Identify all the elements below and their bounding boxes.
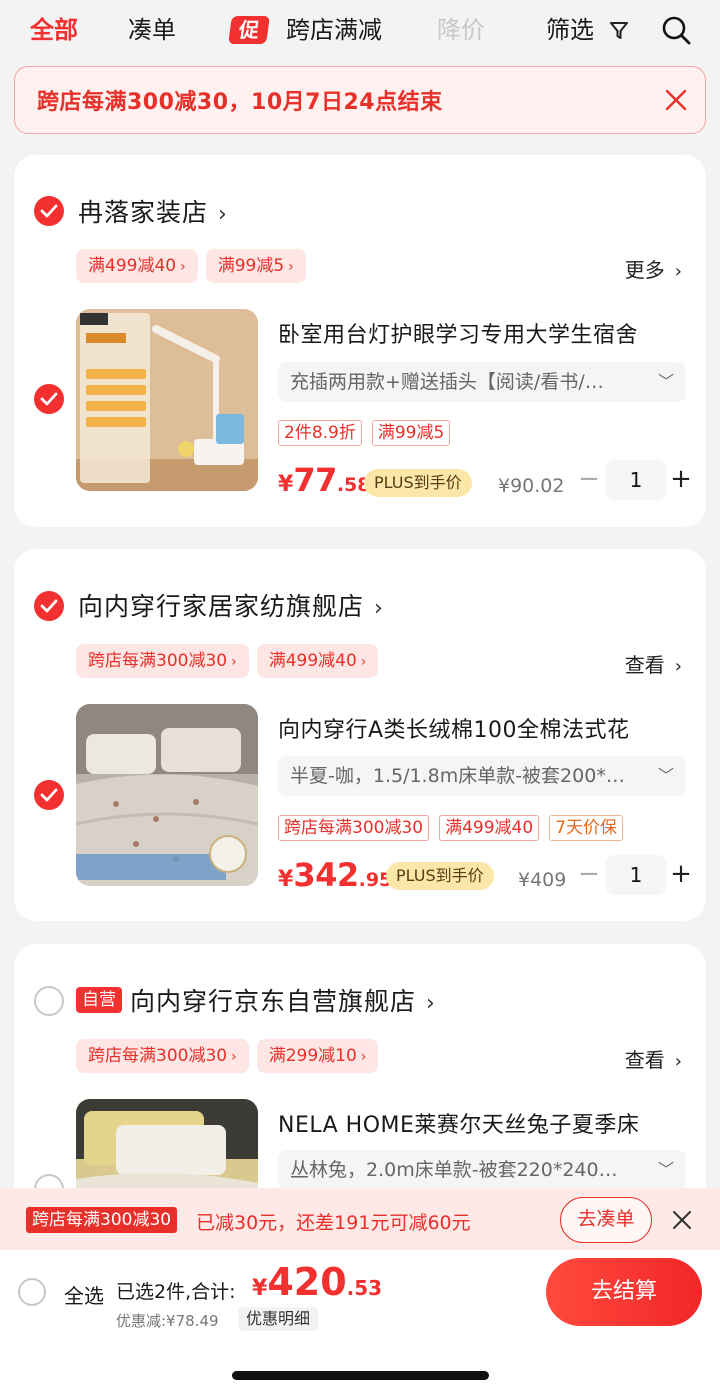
spec-selector[interactable]: 丛林兔，2.0m床单款-被套220*240… ﹀ xyxy=(278,1150,686,1188)
coupon-chip[interactable]: 跨店每满300减30 › xyxy=(76,644,249,678)
item-checkbox[interactable] xyxy=(34,384,64,414)
selected-count: 已选2件,合计: xyxy=(116,1281,236,1303)
store-name[interactable]: 向内穿行家居家纺旗舰店 › xyxy=(78,587,384,623)
promo-tags: 2件8.9折 满99减5 xyxy=(278,420,451,446)
store-card: 向内穿行家居家纺旗舰店 › 跨店每满300减30 › 满499减40 › 查看 › 向内… xyxy=(14,549,706,921)
view-link[interactable]: 查看 › xyxy=(625,649,682,678)
chevron-down-icon: ﹀ xyxy=(657,372,674,391)
tab-all[interactable]: 全部 xyxy=(30,14,78,46)
check-icon xyxy=(40,599,58,613)
discount-detail-button[interactable]: 优惠明细 xyxy=(238,1307,319,1331)
view-link[interactable]: 查看 › xyxy=(625,1044,682,1073)
quantity-stepper: − 1 + xyxy=(578,855,692,895)
coupon-chip[interactable]: 满499减40 › xyxy=(76,249,198,283)
minus-button[interactable]: − xyxy=(578,861,600,887)
store-checkbox[interactable] xyxy=(34,591,64,621)
item-checkbox[interactable] xyxy=(34,780,64,810)
spec-selector[interactable]: 充插两用款+赠送插头【阅读/看书/… ﹀ xyxy=(278,362,686,402)
product-title[interactable]: 向内穿行A类长绒棉100全棉法式花 xyxy=(278,712,630,744)
filter-bar: 全部 凑单 促 跨店满减 降价 筛选 xyxy=(0,0,720,60)
price: ¥77.58 xyxy=(278,461,371,499)
tab-filter[interactable]: 筛选 xyxy=(546,14,594,46)
coupon-chip[interactable]: 满499减40 › xyxy=(256,644,379,678)
product-title[interactable]: 卧室用台灯护眼学习专用大学生宿舍 xyxy=(278,317,638,349)
product-image-bedding[interactable] xyxy=(76,704,258,886)
discount-amount: 优惠减:¥78.49 xyxy=(116,1312,219,1330)
price-protect-tag: 7天价保 xyxy=(549,815,624,841)
promo-banner: 跨店每满300减30，10月7日24点结束 xyxy=(14,66,706,134)
coupon-chips: 跨店每满300减30 › 满499减40 › xyxy=(76,644,379,678)
banner-text: 跨店每满300减30，10月7日24点结束 xyxy=(37,90,443,115)
original-price: ¥90.02 xyxy=(498,475,565,497)
checkout-bar: 全选 已选2件,合计: ¥420.53 优惠减:¥78.49 优惠明细 去结算 xyxy=(0,1250,720,1393)
coupon-chips: 满499减40 › 满99减5 › xyxy=(76,249,306,283)
chevron-right-icon: › xyxy=(218,202,228,227)
store-name[interactable]: 冉落家装店 › xyxy=(78,193,228,229)
close-icon[interactable] xyxy=(663,87,689,113)
store-checkbox[interactable] xyxy=(34,986,64,1016)
store-card: 自营 向内穿行京东自营旗舰店 › 跨店每满300减30 › 满299减10 › 查看 ›… xyxy=(14,944,706,1188)
more-link[interactable]: 更多 › xyxy=(625,254,682,283)
checkout-button[interactable]: 去结算 xyxy=(546,1258,702,1326)
self-operated-badge: 自营 xyxy=(76,987,122,1013)
promo-badge: 促 xyxy=(228,16,270,44)
coupon-chip[interactable]: 跨店每满300减30 › xyxy=(76,1039,249,1073)
chevron-down-icon: ﹀ xyxy=(657,1160,674,1179)
tab-price-drop[interactable]: 降价 xyxy=(437,14,485,46)
product-title[interactable]: NELA HOME莱赛尔天丝兔子夏季床 xyxy=(278,1107,639,1139)
check-icon xyxy=(40,788,58,802)
promo-progress-text: 已减30元，还差191元可减60元 xyxy=(196,1212,471,1234)
quantity-input[interactable]: 1 xyxy=(606,855,666,895)
tab-cross-store-discount[interactable]: 跨店满减 xyxy=(286,14,382,46)
chevron-right-icon: › xyxy=(374,596,384,621)
original-price: ¥409 xyxy=(518,869,567,891)
total-price: ¥420.53 xyxy=(252,1260,383,1304)
coupon-chip[interactable]: 满99减5 › xyxy=(205,249,306,283)
quantity-input[interactable]: 1 xyxy=(606,460,666,500)
store-card: 冉落家装店 › 满499减40 › 满99减5 › 更多 › 卧室用台灯护眼学习专用大学… xyxy=(14,155,706,527)
promo-tag: 满99减5 xyxy=(371,420,451,446)
select-all-label[interactable]: 全选 xyxy=(64,1280,104,1309)
product-image-bedding[interactable] xyxy=(76,1099,258,1188)
search-icon[interactable] xyxy=(660,14,692,46)
promo-tag: 跨店每满300减30 xyxy=(26,1207,178,1233)
promo-tag: 满499减40 xyxy=(439,815,540,841)
store-name[interactable]: 向内穿行京东自营旗舰店 › xyxy=(130,982,436,1018)
minus-button[interactable]: − xyxy=(578,466,600,492)
add-more-button[interactable]: 去凑单 xyxy=(560,1197,652,1243)
select-all-checkbox[interactable] xyxy=(18,1278,46,1306)
promo-tags: 跨店每满300减30 满499减40 7天价保 xyxy=(278,815,624,841)
chevron-right-icon: › xyxy=(426,991,436,1016)
item-checkbox[interactable] xyxy=(34,1174,64,1188)
plus-button[interactable]: + xyxy=(670,466,692,492)
home-indicator[interactable] xyxy=(232,1371,489,1380)
promo-tag: 2件8.9折 xyxy=(278,420,362,446)
price: ¥342.95 xyxy=(278,856,393,894)
plus-price-badge: PLUS到手价 xyxy=(386,862,494,890)
spec-selector[interactable]: 半夏-咖，1.5/1.8m床单款-被套200*… ﹀ xyxy=(278,756,686,796)
filter-icon[interactable] xyxy=(608,20,630,42)
check-icon xyxy=(40,392,58,406)
tab-cou-dan[interactable]: 凑单 xyxy=(128,14,176,46)
check-icon xyxy=(40,204,58,218)
promo-tag: 跨店每满300减30 xyxy=(278,815,430,841)
coupon-chip[interactable]: 满299减10 › xyxy=(256,1039,379,1073)
product-image-desk-lamp[interactable] xyxy=(76,309,258,491)
quantity-stepper: − 1 + xyxy=(578,460,692,500)
plus-price-badge: PLUS到手价 xyxy=(364,469,472,497)
store-checkbox[interactable] xyxy=(34,196,64,226)
chevron-down-icon: ﹀ xyxy=(657,766,674,785)
coupon-chips: 跨店每满300减30 › 满299减10 › xyxy=(76,1039,379,1073)
close-icon[interactable] xyxy=(670,1208,694,1232)
promo-progress-strip: 跨店每满300减30 已减30元，还差191元可减60元 去凑单 xyxy=(0,1188,720,1250)
plus-button[interactable]: + xyxy=(670,861,692,887)
